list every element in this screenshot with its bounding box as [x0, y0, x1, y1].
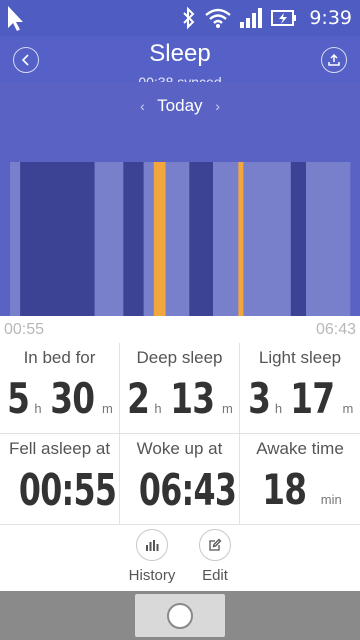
stat-value: 3 h 17 m: [240, 374, 360, 423]
sleep-segment-light: [243, 162, 292, 316]
stat-hours: 2: [127, 374, 150, 423]
stat-hours: 5: [7, 374, 30, 423]
status-time: 9:39: [309, 7, 352, 29]
sleep-segment-light: [94, 162, 124, 316]
next-day-button[interactable]: ›: [207, 98, 228, 114]
edit-icon: [209, 538, 222, 551]
woke-up-time: 06:43: [138, 465, 237, 516]
previous-day-button[interactable]: ‹: [132, 98, 153, 114]
timeline-start-label: 00:55: [4, 321, 45, 338]
sleep-segment-deep: [189, 162, 214, 316]
app-header: Sleep 00:38 synced: [0, 36, 360, 82]
sleep-segment-light: [10, 162, 21, 316]
fell-asleep-time: 00:55: [18, 465, 117, 516]
sleep-segment-deep: [290, 162, 307, 316]
hours-unit: h: [274, 401, 283, 416]
sleep-segment-light: [143, 162, 155, 316]
edit-button[interactable]: Edit: [185, 529, 245, 584]
hours-unit: h: [154, 401, 162, 416]
sleep-segment-deep: [20, 162, 95, 316]
stat-in-bed: In bed for 5 h 30 m: [0, 343, 120, 434]
minutes-unit: m: [342, 401, 354, 416]
edit-label: Edit: [202, 567, 228, 584]
stat-label: Awake time: [256, 439, 344, 458]
stat-awake-time: Awake time 18 min: [240, 434, 360, 525]
stat-deep-sleep: Deep sleep 2 h 13 m: [120, 343, 240, 434]
cursor-arrow-icon: [8, 6, 23, 31]
status-icons: 9:39: [181, 0, 352, 36]
stat-label: Woke up at: [136, 439, 223, 458]
home-button[interactable]: [135, 594, 225, 637]
share-button[interactable]: [321, 47, 347, 73]
page-title: Sleep: [149, 40, 211, 67]
history-button[interactable]: History: [122, 529, 182, 584]
wifi-icon: [205, 8, 232, 28]
bottom-actions: History Edit: [0, 525, 360, 591]
stat-minutes: 17: [290, 374, 335, 423]
sleep-stats-grid: In bed for 5 h 30 m Deep sleep 2 h 13 m Light …: [0, 343, 360, 525]
stat-value: 2 h 13 m: [120, 374, 239, 423]
stat-value: 06:43: [120, 465, 239, 516]
edit-icon-circle: [199, 529, 231, 561]
battery-charging-icon: [271, 10, 297, 26]
history-label: History: [128, 567, 176, 584]
history-icon-circle: [136, 529, 168, 561]
bar-chart-icon: [146, 540, 159, 551]
date-label: Today: [157, 96, 203, 115]
stat-hours: 3: [247, 374, 271, 423]
awake-minutes: 18: [262, 465, 308, 514]
date-navigator: ‹ Today ›: [0, 96, 360, 116]
stat-woke-up: Woke up at 06:43: [120, 434, 240, 525]
sleep-chart: ‹ Today ›: [0, 82, 360, 316]
signal-icon: [240, 8, 263, 28]
sleep-segment-light: [165, 162, 190, 316]
stat-label: In bed for: [23, 348, 96, 367]
awake-unit: min: [320, 492, 342, 507]
stat-fell-asleep: Fell asleep at 00:55: [0, 434, 120, 525]
stat-minutes: 30: [49, 374, 95, 423]
sleep-segment-light: [212, 162, 239, 316]
stat-label: Light sleep: [258, 348, 342, 367]
status-bar: 9:39: [0, 0, 360, 36]
upload-icon: [328, 53, 340, 66]
stat-value: 00:55: [0, 465, 119, 516]
timeline-end-label: 06:43: [315, 321, 356, 338]
stat-light-sleep: Light sleep 3 h 17 m: [240, 343, 360, 434]
minutes-unit: m: [102, 401, 113, 416]
stat-value: 18 min: [240, 465, 360, 514]
sync-status: 00:38 synced: [138, 74, 222, 82]
system-navigation-bar: [0, 591, 360, 640]
sleep-segment-awake: [153, 162, 166, 316]
sleep-timeline-chart: [10, 162, 351, 316]
minutes-unit: m: [222, 401, 233, 416]
stat-minutes: 13: [169, 374, 215, 423]
sleep-segment-awake: [238, 162, 244, 316]
stat-label: Fell asleep at: [8, 439, 111, 458]
stat-label: Deep sleep: [136, 348, 223, 367]
stat-value: 5 h 30 m: [0, 374, 119, 423]
bluetooth-icon: [183, 6, 195, 30]
sleep-segment-deep: [123, 162, 144, 316]
sleep-segment-light: [306, 162, 351, 316]
home-circle-icon: [167, 602, 193, 629]
hours-unit: h: [34, 401, 42, 416]
timeline-axis: 00:55 06:43: [0, 316, 360, 343]
